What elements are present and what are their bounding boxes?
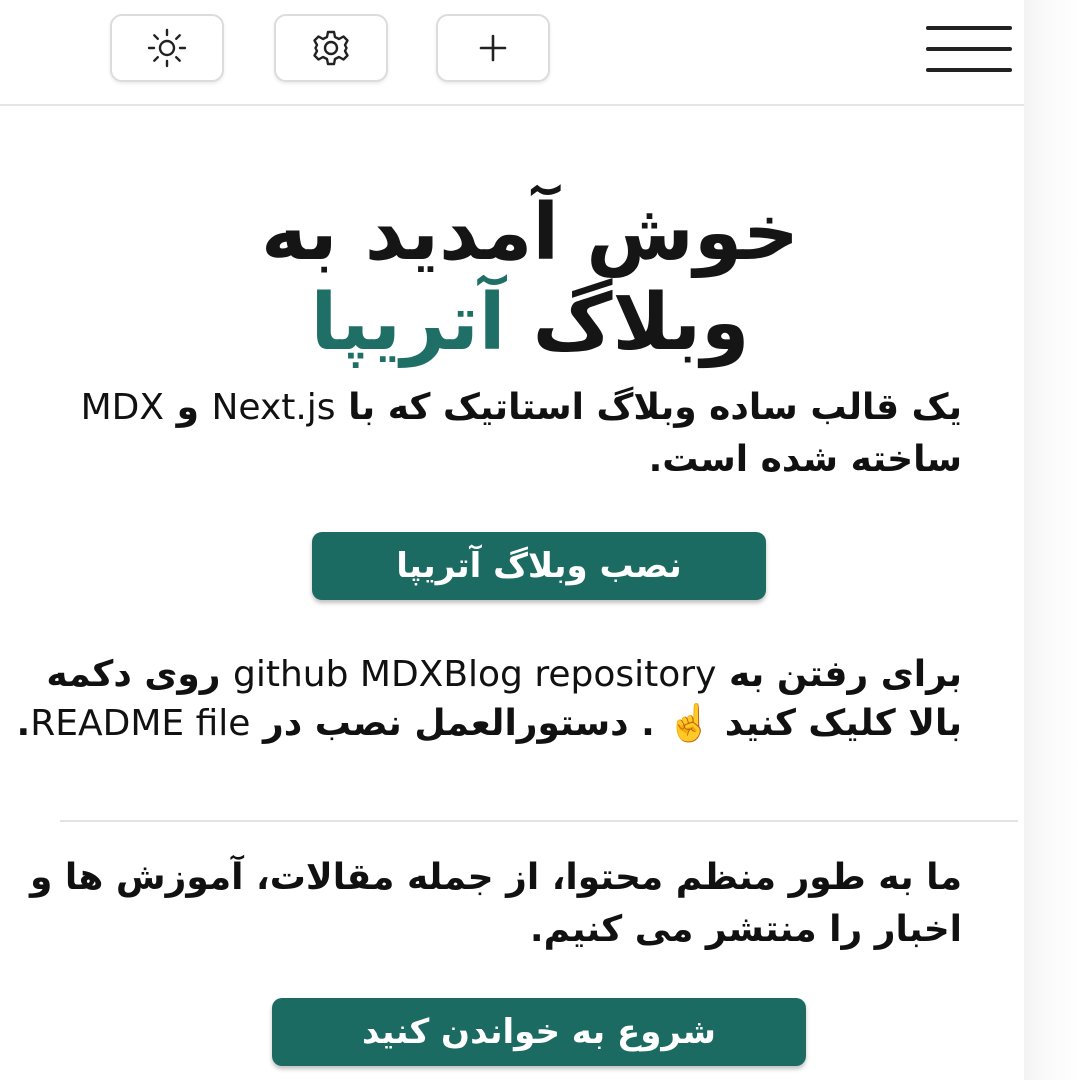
gear-icon: [309, 26, 353, 70]
sun-icon: [145, 26, 189, 70]
install-blog-button[interactable]: نصب وبلاگ آتریپا: [312, 532, 766, 600]
intro-format: MDX: [80, 387, 165, 428]
page: خوش آمدید به وبلاگ آتریپا یک قالب ساده و…: [0, 0, 1024, 1080]
intro-part3: ساخته شده است.: [648, 439, 962, 480]
hero-brand-name: آتریپا: [310, 278, 506, 368]
intro-framework: Next.js: [211, 387, 336, 428]
hero-title: خوش آمدید به وبلاگ آتریپا: [90, 188, 970, 368]
page-scrollbar-gutter[interactable]: [1024, 0, 1080, 1080]
readme-file-name: README file: [30, 703, 251, 744]
menu-bar: [926, 26, 1012, 30]
top-header: [0, 0, 1024, 106]
repo-part1: برای رفتن به: [728, 654, 962, 695]
repo-instructions: برای رفتن به github MDXBlog repository ر…: [2, 650, 962, 748]
menu-bar: [926, 47, 1012, 51]
intro-part2: و: [176, 387, 199, 428]
repo-name: github MDXBlog repository: [232, 654, 717, 695]
menu-bar: [926, 68, 1012, 72]
hero-title-line1: خوش آمدید به: [260, 188, 800, 278]
section-divider: [60, 820, 1018, 822]
intro-part1: یک قالب ساده وبلاگ استاتیک که با: [348, 387, 962, 428]
theme-toggle-button[interactable]: [110, 14, 224, 82]
add-button[interactable]: [436, 14, 550, 82]
intro-text: یک قالب ساده وبلاگ استاتیک که با Next.js…: [2, 382, 962, 486]
repo-end: .: [16, 703, 31, 744]
hero-title-line2-prefix: وبلاگ: [532, 278, 750, 368]
repo-part3: . دستورالعمل نصب در: [262, 703, 655, 744]
hamburger-menu-button[interactable]: [926, 26, 1012, 72]
settings-button[interactable]: [274, 14, 388, 82]
start-reading-button[interactable]: شروع به خواندن کنید: [272, 998, 806, 1066]
pointing-up-icon: ☝️: [667, 703, 713, 744]
mission-text: ما به طور منظم محتوا، از جمله مقالات، آم…: [30, 857, 962, 950]
plus-icon: [473, 28, 513, 68]
